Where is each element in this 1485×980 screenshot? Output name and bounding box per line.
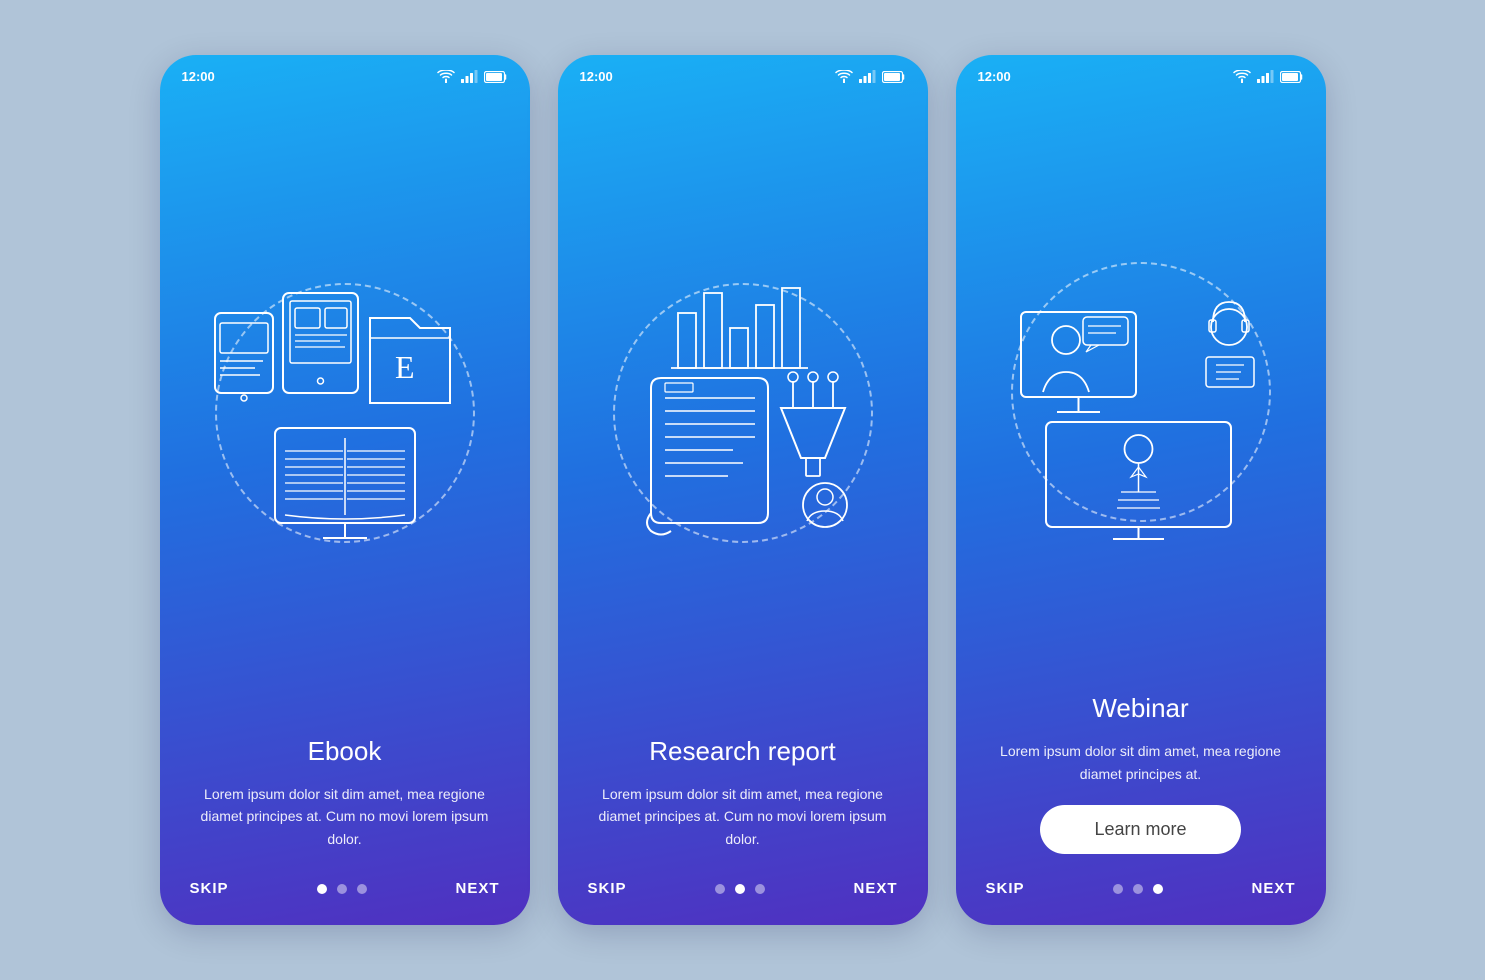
screen-title-3: Webinar	[988, 693, 1294, 724]
screen-webinar: 12:00	[956, 55, 1326, 925]
screen-research: 12:00	[558, 55, 928, 925]
dashed-circle-2	[613, 283, 873, 543]
status-icons-2	[835, 70, 906, 83]
content-area-1: Ebook Lorem ipsum dolor sit dim amet, me…	[160, 736, 530, 880]
next-button-3[interactable]: NEXT	[1251, 880, 1295, 897]
battery-icon	[1280, 71, 1304, 83]
bottom-nav-1: SKIP NEXT	[160, 880, 530, 925]
signal-icon	[461, 70, 478, 83]
dot-3-3	[1153, 884, 1163, 894]
dot-1-3	[357, 884, 367, 894]
content-area-3: Webinar Lorem ipsum dolor sit dim amet, …	[956, 693, 1326, 880]
dot-3-2	[1133, 884, 1143, 894]
bottom-nav-2: SKIP NEXT	[558, 880, 928, 925]
wifi-icon	[835, 70, 853, 83]
time-3: 12:00	[978, 69, 1011, 84]
dots-3	[1113, 884, 1163, 894]
skip-button-2[interactable]: SKIP	[588, 880, 627, 897]
screens-container: 12:00	[160, 55, 1326, 925]
screen-description-1: Lorem ipsum dolor sit dim amet, mea regi…	[192, 783, 498, 850]
illustration-area-1: E	[160, 90, 530, 736]
screen-description-2: Lorem ipsum dolor sit dim amet, mea regi…	[590, 783, 896, 850]
illustration-area-3	[956, 90, 1326, 693]
status-icons-1	[437, 70, 508, 83]
time-1: 12:00	[182, 69, 215, 84]
screen-description-3: Lorem ipsum dolor sit dim amet, mea regi…	[988, 740, 1294, 785]
dots-2	[715, 884, 765, 894]
status-bar-3: 12:00	[956, 55, 1326, 90]
dot-3-1	[1113, 884, 1123, 894]
skip-button-3[interactable]: SKIP	[986, 880, 1025, 897]
next-button-1[interactable]: NEXT	[455, 880, 499, 897]
content-area-2: Research report Lorem ipsum dolor sit di…	[558, 736, 928, 880]
dot-2-1	[715, 884, 725, 894]
dots-1	[317, 884, 367, 894]
screen-title-2: Research report	[590, 736, 896, 767]
battery-icon	[882, 71, 906, 83]
status-bar-2: 12:00	[558, 55, 928, 90]
status-bar-1: 12:00	[160, 55, 530, 90]
battery-icon	[484, 71, 508, 83]
signal-icon	[1257, 70, 1274, 83]
learn-more-button[interactable]: Learn more	[1040, 805, 1240, 854]
screen-title-1: Ebook	[192, 736, 498, 767]
bottom-nav-3: SKIP NEXT	[956, 880, 1326, 925]
dot-1-1	[317, 884, 327, 894]
status-icons-3	[1233, 70, 1304, 83]
dot-1-2	[337, 884, 347, 894]
wifi-icon	[1233, 70, 1251, 83]
skip-button-1[interactable]: SKIP	[190, 880, 229, 897]
illustration-area-2	[558, 90, 928, 736]
dot-2-3	[755, 884, 765, 894]
dot-2-2	[735, 884, 745, 894]
dashed-circle-1	[215, 283, 475, 543]
screen-ebook: 12:00	[160, 55, 530, 925]
signal-icon	[859, 70, 876, 83]
next-button-2[interactable]: NEXT	[853, 880, 897, 897]
dashed-circle-3	[1011, 262, 1271, 522]
time-2: 12:00	[580, 69, 613, 84]
wifi-icon	[437, 70, 455, 83]
